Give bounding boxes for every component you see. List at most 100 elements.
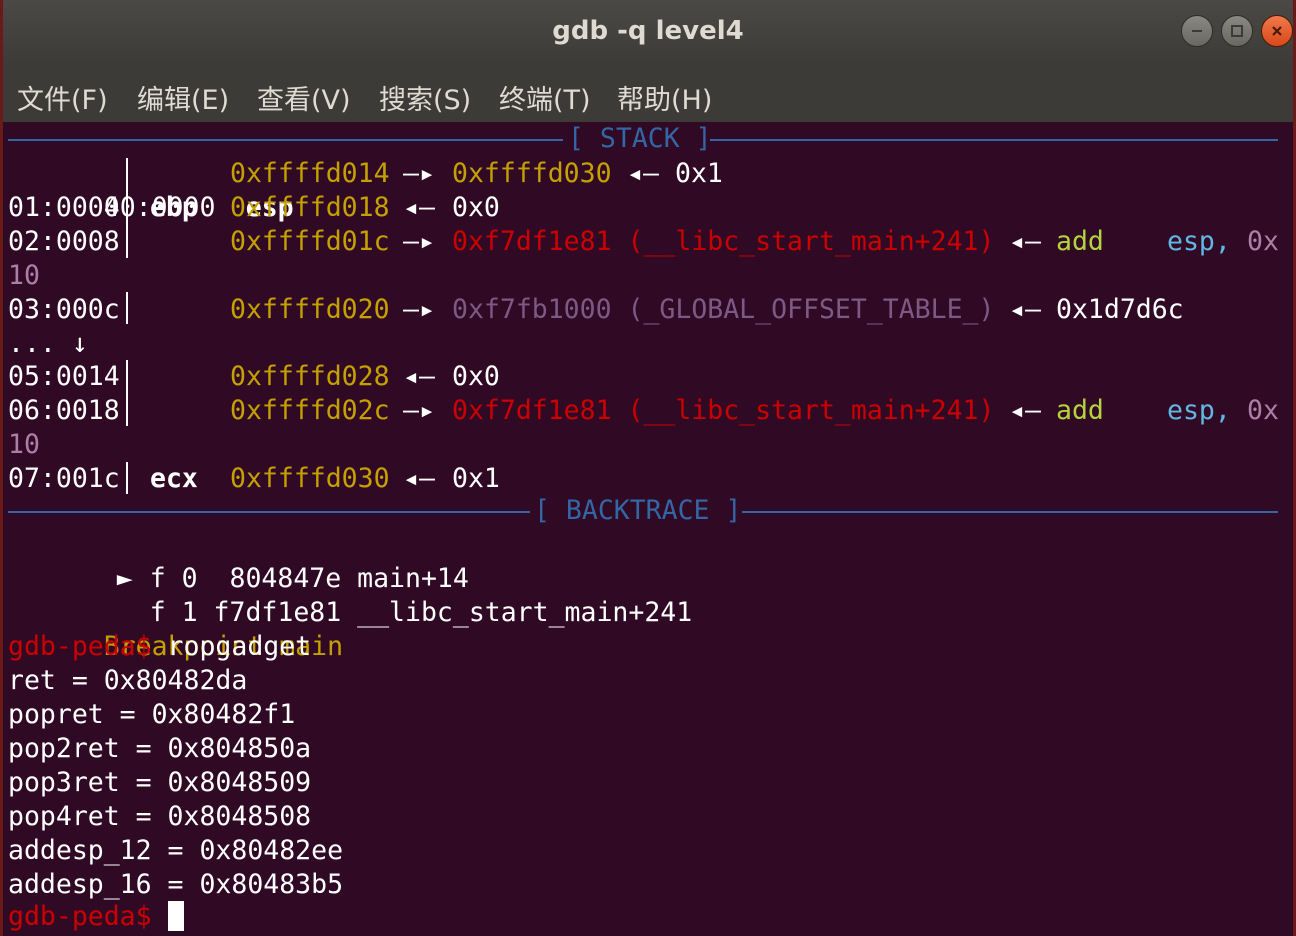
pointer-arrow: ◂—: [1009, 225, 1041, 259]
rodata-pointer-text: 0xf7fb1000 (_GLOBAL_OFFSET_TABLE_): [452, 294, 995, 325]
stack-row: 05:0014: [8, 360, 120, 394]
stack-value: 0x1d7d6c: [1056, 293, 1184, 327]
gadget-line: addesp_16 = 0x80483b5: [8, 868, 343, 902]
gadget-text: pop4ret = 0x8048508: [8, 801, 312, 832]
menu-search[interactable]: 搜索(S): [379, 78, 471, 117]
text-cursor[interactable]: [167, 901, 184, 931]
operand-register: esp,: [1167, 226, 1231, 257]
minimize-button[interactable]: [1181, 15, 1213, 47]
breakpoint-message: Breakpoint main: [8, 596, 343, 662]
pointer-arrow: ◂—: [1009, 293, 1041, 327]
stack-row-values: 0xffffd020: [230, 293, 390, 327]
gadget-text: ret = 0x80482da: [8, 665, 248, 696]
backtrace-header: [ BACKTRACE ]: [8, 494, 1278, 528]
terminal-window: gdb -q level4 文件(F) 编辑(E) 查看(V) 搜索(S) 终端…: [0, 0, 1296, 936]
pointer-arrow: —▸: [403, 394, 435, 428]
menu-file[interactable]: 文件(F): [17, 78, 108, 117]
stack-value-text: 0xffffd030: [452, 158, 612, 189]
gadget-line: pop4ret = 0x8048508: [8, 800, 311, 834]
stack-row-body: ebp: [150, 191, 198, 225]
instruction-mnemonic: add: [1056, 395, 1104, 426]
command-text: ropgadget: [151, 631, 312, 662]
gadget-text: pop3ret = 0x8048509: [8, 767, 312, 798]
arrow-right-icon: —▸: [403, 158, 435, 189]
gadget-text: pop2ret = 0x804850a: [8, 733, 312, 764]
stack-address: 0xffffd030: [230, 463, 390, 494]
pointer-arrow: —▸: [403, 293, 435, 327]
stack-index-divider: [126, 462, 128, 494]
stack-address: 0xffffd028: [230, 361, 390, 392]
stack-row-values: 0xffffd01c: [230, 225, 390, 259]
stack-index: 02:0008: [8, 226, 120, 257]
stack-index: 07:001c: [8, 463, 120, 494]
arrow-left-icon: ◂—: [1009, 226, 1041, 257]
gadget-text: popret = 0x80482f1: [8, 699, 296, 730]
stack-row: 02:0008: [8, 225, 120, 259]
input-line[interactable]: gdb-peda$: [8, 900, 184, 934]
maximize-button[interactable]: [1221, 15, 1253, 47]
pointer-arrow: —▸: [403, 157, 435, 191]
stack-row-values: 0xffffd018: [230, 191, 390, 225]
stack-value: 0x0: [452, 360, 500, 394]
stack-row-values: 0xffffd02c: [230, 394, 390, 428]
command-line: gdb-peda$ ropgadget: [8, 630, 311, 664]
stack-index: 05:0014: [8, 361, 120, 392]
pointer-arrow: ◂—: [627, 157, 659, 191]
arrow-left-icon: ◂—: [403, 192, 435, 223]
code-pointer-text: 0xf7df1e81 (__libc_start_main+241): [452, 226, 995, 257]
stack-row-values: 0xffffd014: [230, 157, 390, 191]
window-title: gdb -q level4: [552, 16, 744, 46]
instruction-operand: esp,: [1167, 225, 1231, 259]
instruction: add: [1056, 394, 1104, 428]
operand-number: 10: [8, 260, 40, 291]
arrow-left-icon: ◂—: [1009, 294, 1041, 325]
stack-value: 0xffffd030: [452, 157, 612, 191]
stack-value: 0x1: [452, 462, 500, 496]
instruction: add: [1056, 225, 1104, 259]
stack-index: 03:000c: [8, 294, 120, 325]
stack-index: 01:0004: [8, 192, 120, 223]
stack-row: 01:0004: [8, 191, 120, 225]
stack-value: 0xf7df1e81 (__libc_start_main+241): [452, 225, 994, 259]
menu-help[interactable]: 帮助(H): [617, 78, 712, 117]
gadget-text: addesp_16 = 0x80483b5: [8, 869, 344, 900]
stack-row: 03:000c: [8, 293, 120, 327]
stack-index-divider: [126, 292, 128, 324]
shell-prompt: gdb-peda$: [8, 901, 152, 932]
pointer-arrow: ◂—: [403, 191, 435, 225]
stack-address: 0xffffd014: [230, 158, 390, 189]
close-button[interactable]: [1261, 15, 1293, 47]
arrow-left-icon: ◂—: [403, 361, 435, 392]
stack-value: 0x1: [675, 157, 723, 191]
instruction-mnemonic: add: [1056, 226, 1104, 257]
stack-address: 0xffffd018: [230, 192, 390, 223]
stack-value: 0x0: [452, 191, 500, 225]
stack-header: [ STACK ]: [8, 122, 1278, 156]
wrapped-operand: 10: [8, 428, 40, 462]
pointer-arrow: ◂—: [403, 462, 435, 496]
title-bar[interactable]: gdb -q level4: [3, 0, 1293, 64]
stack-value: 0xf7fb1000 (_GLOBAL_OFFSET_TABLE_): [452, 293, 994, 327]
gadget-line: popret = 0x80482f1: [8, 698, 295, 732]
menu-terminal[interactable]: 终端(T): [499, 78, 591, 117]
stack-value-text: 0x1: [452, 463, 500, 494]
instruction-operand: 0x: [1247, 394, 1279, 428]
stack-row-body: ecx: [150, 462, 198, 496]
backtrace-frame-text: f 1 f7df1e81 __libc_start_main+241: [54, 562, 692, 628]
stack-ellipsis: ... ↓: [8, 327, 88, 361]
operand-number: 10: [8, 429, 40, 460]
stack-value-text: 0x1: [675, 158, 723, 189]
backtrace-header-label: [ BACKTRACE ]: [532, 494, 744, 528]
maximize-icon: [1231, 25, 1243, 37]
arrow-left-icon: ◂—: [1009, 395, 1041, 426]
arrow-right-icon: —▸: [403, 395, 435, 426]
gadget-line: addesp_12 = 0x80482ee: [8, 834, 343, 868]
stack-address: 0xffffd02c: [230, 395, 390, 426]
arrow-left-icon: ◂—: [403, 463, 435, 494]
stack-index: 06:0018: [8, 395, 120, 426]
terminal-content[interactable]: [ STACK ] 00:0000 esp 0xffffd014 —▸ 0xff…: [3, 122, 1293, 936]
stack-address: 0xffffd020: [230, 294, 390, 325]
stack-row-values: 0xffffd030: [230, 462, 390, 496]
menu-view[interactable]: 查看(V): [257, 78, 351, 117]
menu-edit[interactable]: 编辑(E): [137, 78, 229, 117]
